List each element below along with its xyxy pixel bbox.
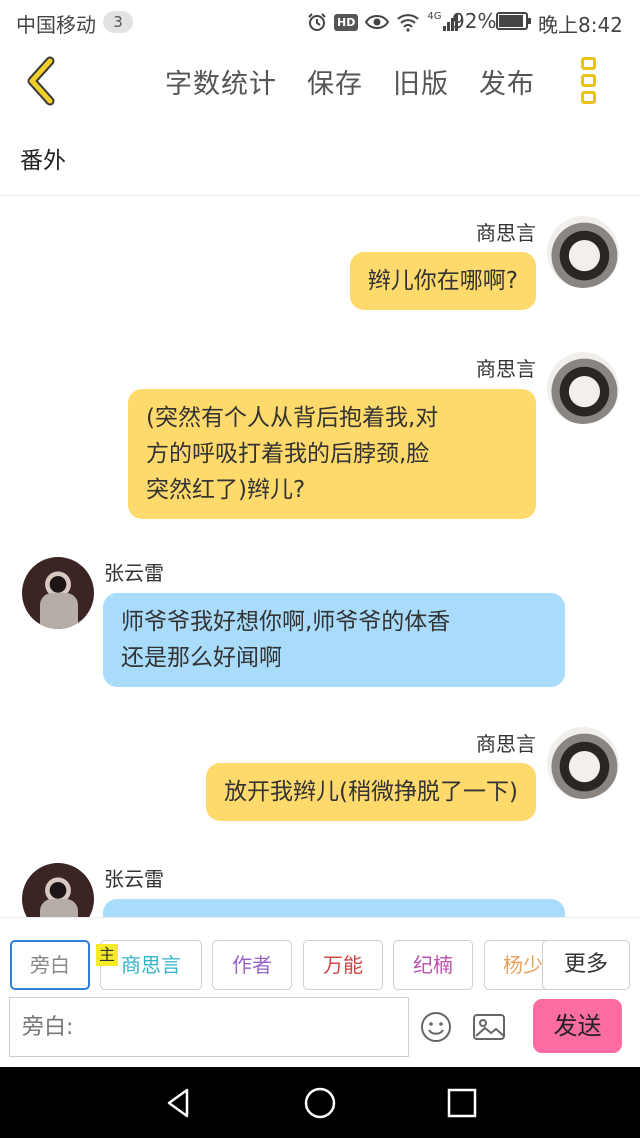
emoji-button[interactable]: [420, 1011, 452, 1043]
nav-recents-icon[interactable]: [444, 1085, 480, 1121]
message-line: 放开我辫儿(稍微挣脱了一下): [224, 779, 518, 805]
message-line: 还是那么好闻啊: [121, 645, 282, 671]
system-nav-bar: [0, 1067, 640, 1138]
message-line: 辫儿你在哪啊?: [367, 268, 518, 294]
message-input[interactable]: [9, 997, 409, 1057]
eye-icon: [365, 15, 390, 29]
smiley-icon: [421, 1012, 451, 1042]
sender-name: 商思言: [476, 732, 536, 756]
save-button[interactable]: 保存: [307, 62, 363, 101]
role-label: 旁白: [30, 953, 70, 977]
role-label: 作者: [232, 953, 272, 977]
publish-button[interactable]: 发布: [479, 62, 535, 101]
role-selector-bar: 旁白 商思言 主 作者 万能 纪楠 杨少 更多: [0, 917, 640, 991]
role-label: 纪楠: [413, 953, 453, 977]
message-list[interactable]: 商思言 辫儿你在哪啊? 商思言 (突然有个人从背后抱着我,对 方的呼吸打着我的后…: [0, 197, 640, 917]
nav-back-icon[interactable]: [160, 1085, 196, 1121]
send-button[interactable]: 发送: [533, 999, 622, 1053]
more-roles-button[interactable]: 更多: [542, 940, 630, 990]
avatar[interactable]: [547, 216, 619, 288]
old-version-button[interactable]: 旧版: [393, 62, 449, 101]
nav-home-icon[interactable]: [302, 1085, 338, 1121]
avatar[interactable]: [547, 727, 619, 799]
avatar[interactable]: [22, 557, 94, 629]
status-bar: 中国移动 3 HD 4G 92% 晚上8:42: [0, 0, 640, 44]
chapter-header: 番外: [0, 120, 640, 196]
battery-percent: 92%: [452, 9, 497, 33]
sender-name: 张云雷: [104, 867, 164, 891]
editor-toolbar: 字数统计 保存 旧版 发布: [0, 44, 640, 120]
notification-count-badge: 3: [103, 11, 133, 33]
message-line: 方的呼吸打着我的后脖颈,脸: [146, 441, 430, 467]
alarm-icon: [308, 13, 326, 31]
role-button-narrator[interactable]: 旁白: [10, 940, 90, 990]
sender-name: 商思言: [476, 221, 536, 245]
role-button-author[interactable]: 作者: [212, 940, 292, 990]
chevron-left-icon: [27, 56, 55, 106]
back-button[interactable]: [20, 56, 64, 106]
avatar[interactable]: [22, 863, 94, 917]
message-bubble[interactable]: (突然有个人从背后抱着我,对 方的呼吸打着我的后脖颈,脸 突然红了)辫儿?: [128, 389, 536, 519]
message-line: 师爷爷我好想你啊,师爷爷的体香: [121, 609, 451, 635]
role-button-universal[interactable]: 万能: [303, 940, 383, 990]
avatar[interactable]: [547, 352, 619, 424]
sender-name: 商思言: [476, 357, 536, 381]
message-bubble[interactable]: 放开我辫儿(稍微挣脱了一下): [206, 763, 536, 821]
message-bubble[interactable]: [103, 899, 565, 917]
chapter-title[interactable]: 番外: [20, 141, 66, 175]
role-button-ji-nan[interactable]: 纪楠: [393, 940, 473, 990]
carrier-name: 中国移动: [16, 13, 96, 37]
hd-icon: HD: [334, 13, 359, 31]
image-icon: [473, 1014, 505, 1040]
clock: 晚上8:42: [538, 13, 623, 37]
message-bubble[interactable]: 辫儿你在哪啊?: [349, 252, 536, 310]
role-label: 杨少: [503, 953, 543, 977]
input-bar: 发送: [0, 991, 640, 1067]
message-bubble[interactable]: 师爷爷我好想你啊,师爷爷的体香 还是那么好闻啊: [103, 593, 565, 687]
battery-icon: [496, 12, 531, 30]
message-line: 突然红了)辫儿?: [146, 477, 306, 503]
sender-name: 张云雷: [104, 561, 164, 585]
more-menu-button[interactable]: [574, 54, 604, 108]
message-line: (突然有个人从背后抱着我,对: [146, 405, 439, 431]
network-type: 4G: [427, 10, 442, 22]
image-button[interactable]: [472, 1013, 506, 1041]
wifi-icon: [397, 14, 420, 32]
word-count-button[interactable]: 字数统计: [165, 62, 277, 101]
role-label: 商思言: [121, 953, 181, 977]
role-label: 万能: [323, 953, 363, 977]
main-role-tag: 主: [96, 944, 118, 966]
